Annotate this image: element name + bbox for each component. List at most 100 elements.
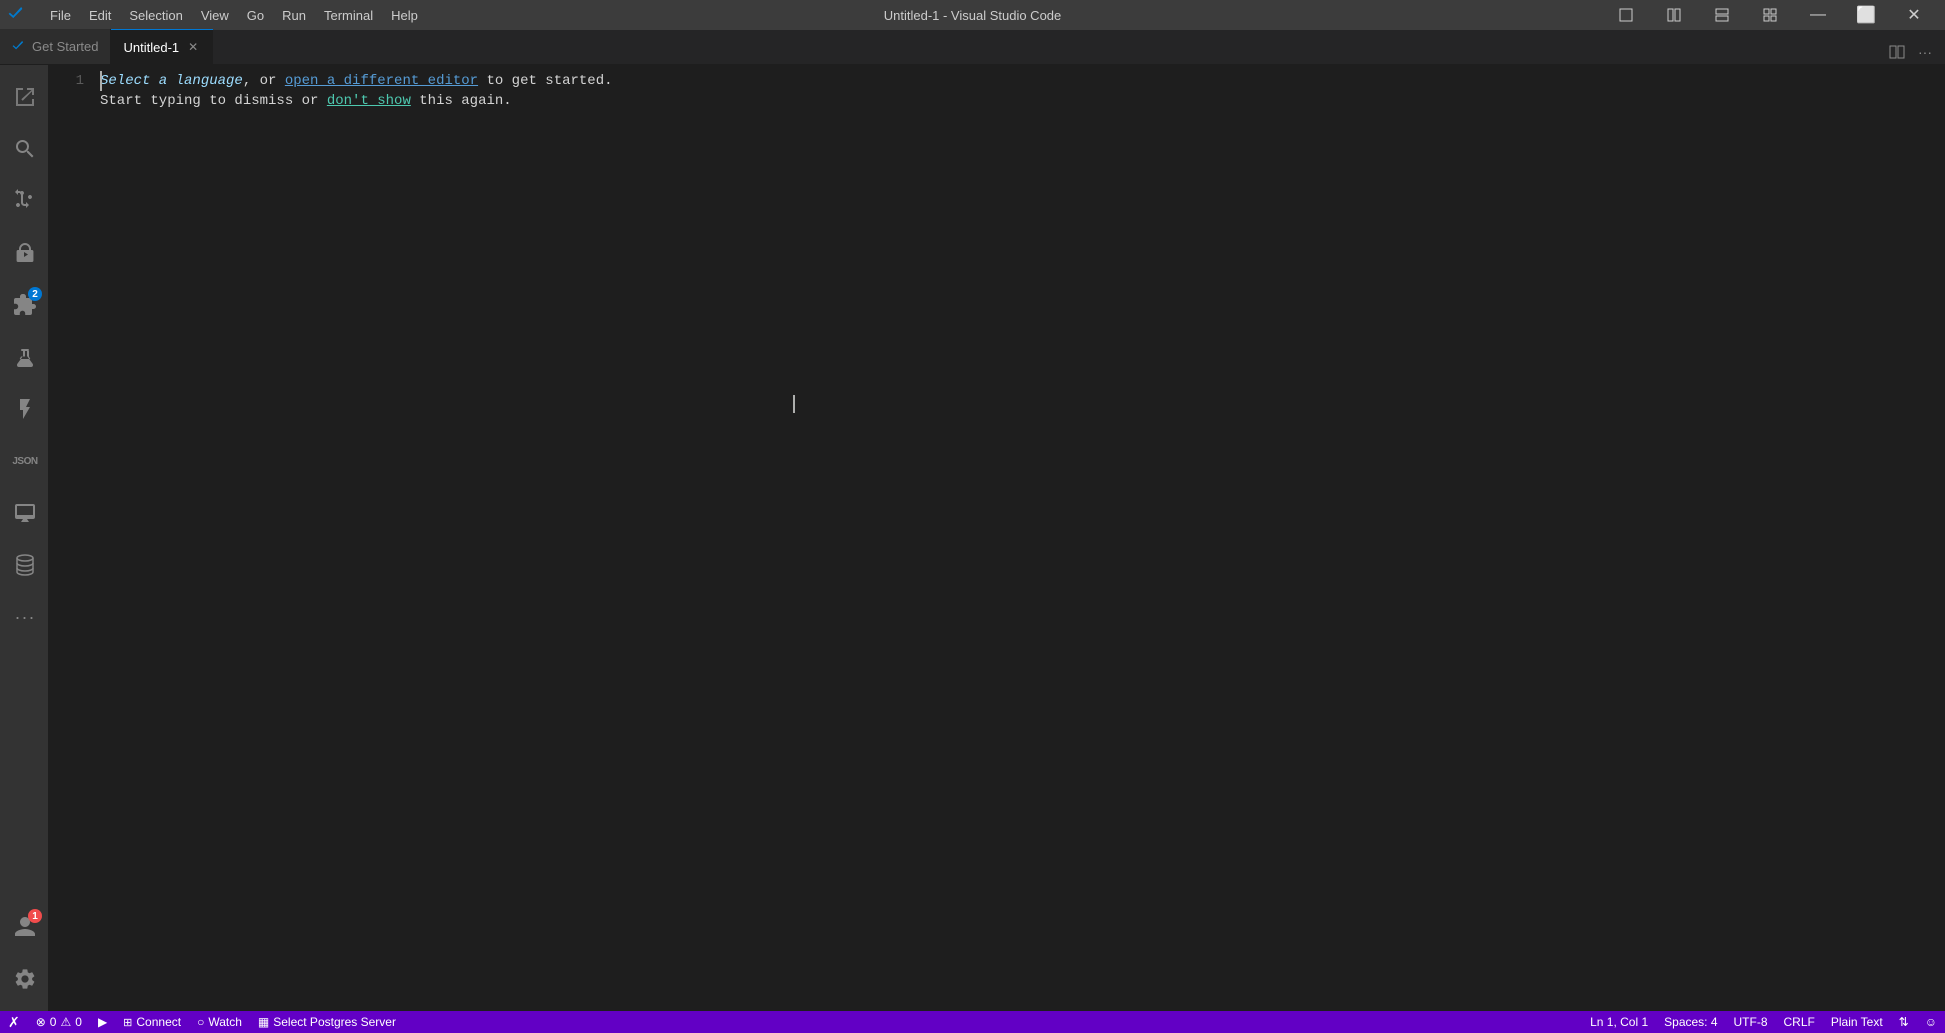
status-errors[interactable]: ⊗ 0 ⚠ 0	[28, 1011, 90, 1033]
layout-split2-icon[interactable]	[1699, 0, 1745, 30]
status-indent[interactable]: ⇅	[1891, 1011, 1917, 1033]
extensions-badge: 2	[28, 287, 42, 301]
status-language[interactable]: Plain Text	[1823, 1011, 1891, 1033]
layout-split-icon[interactable]	[1651, 0, 1697, 30]
error-count: 0	[50, 1015, 57, 1029]
tab-bar: Get Started Untitled-1 ✕ ···	[0, 30, 1945, 65]
editor-content: 1 Select a language, or open a different…	[48, 65, 1945, 1011]
editor-area[interactable]: 1 Select a language, or open a different…	[48, 65, 1945, 1011]
status-bar-left: ✗ ⊗ 0 ⚠ 0 ▶ ⊞ Connect ○ Watch ▦ Select P…	[0, 1011, 404, 1033]
editor-line-2: Start typing to dismiss or don't show th…	[100, 91, 1945, 111]
main-layout: 2 JSON	[0, 65, 1945, 1011]
bell-icon: ☺	[1925, 1015, 1937, 1029]
status-notifications[interactable]: ☺	[1917, 1011, 1945, 1033]
activity-bar-bottom: 1	[0, 903, 48, 1003]
menu-run[interactable]: Run	[274, 6, 314, 25]
vscode-logo-icon	[8, 6, 26, 24]
activity-bar-database[interactable]	[0, 541, 48, 589]
menu-file[interactable]: File	[42, 6, 79, 25]
close-button[interactable]: ✕	[1891, 0, 1937, 30]
spaces-label: Spaces: 4	[1664, 1015, 1717, 1029]
dont-show-link[interactable]: don't show	[327, 93, 411, 109]
status-cursor-position[interactable]: Ln 1, Col 1	[1582, 1011, 1656, 1033]
activity-bar-source-control[interactable]	[0, 177, 48, 225]
select-language-link[interactable]: Select a language	[100, 73, 243, 89]
connect-label: Connect	[136, 1015, 181, 1029]
activity-bar-more[interactable]: ···	[0, 593, 48, 641]
editor-text-area[interactable]: Select a language, or open a different e…	[96, 65, 1945, 1011]
window-title: Untitled-1 - Visual Studio Code	[884, 8, 1062, 23]
cursor-position-label: Ln 1, Col 1	[1590, 1015, 1648, 1029]
activity-bar: 2 JSON	[0, 65, 48, 1011]
text-cursor	[793, 395, 795, 413]
split-editor-button[interactable]	[1885, 40, 1909, 64]
status-connect[interactable]: ⊞ Connect	[115, 1011, 189, 1033]
watch-circle-icon: ○	[197, 1015, 204, 1029]
menu-help[interactable]: Help	[383, 6, 426, 25]
menu-edit[interactable]: Edit	[81, 6, 119, 25]
minimize-button[interactable]: —	[1795, 0, 1841, 30]
layout-single-icon[interactable]	[1603, 0, 1649, 30]
menu-view[interactable]: View	[193, 6, 237, 25]
start-typing-text: Start typing to dismiss or	[100, 93, 327, 109]
activity-bar-monitor[interactable]	[0, 489, 48, 537]
open-editor-link[interactable]: open a different editor	[285, 73, 478, 89]
activity-bar-testing[interactable]	[0, 333, 48, 381]
postgres-label: Select Postgres Server	[273, 1015, 396, 1029]
activity-bar-explorer[interactable]	[0, 73, 48, 121]
line-number-1: 1	[48, 71, 84, 91]
status-eol[interactable]: CRLF	[1776, 1011, 1823, 1033]
language-label: Plain Text	[1831, 1015, 1883, 1029]
tab-active-label: Untitled-1	[123, 40, 179, 55]
get-started-text: to get started.	[478, 73, 612, 89]
menu-selection[interactable]: Selection	[121, 6, 190, 25]
editor-line-1: Select a language, or open a different e…	[100, 71, 1945, 91]
connect-icon: ⊞	[123, 1016, 132, 1029]
activity-bar-json[interactable]: JSON	[0, 437, 48, 485]
tab-bar-actions: ···	[1885, 40, 1945, 64]
postgres-icon: ▦	[258, 1015, 269, 1029]
tab-untitled-1[interactable]: Untitled-1 ✕	[111, 29, 213, 64]
status-bar-right: Ln 1, Col 1 Spaces: 4 UTF-8 CRLF Plain T…	[1582, 1011, 1945, 1033]
activity-bar-top: 2 JSON	[0, 73, 48, 903]
activity-bar-extensions[interactable]: 2	[0, 281, 48, 329]
menu-bar: File Edit Selection View Go Run Terminal…	[42, 6, 426, 25]
comma-or-text: , or	[243, 73, 285, 89]
layout-grid-icon[interactable]	[1747, 0, 1793, 30]
status-vscode-icon[interactable]: ✗	[0, 1011, 28, 1033]
status-bar: ✗ ⊗ 0 ⚠ 0 ▶ ⊞ Connect ○ Watch ▦ Select P…	[0, 1011, 1945, 1033]
status-postgres[interactable]: ▦ Select Postgres Server	[250, 1011, 404, 1033]
tab-get-started[interactable]: Get Started	[0, 29, 111, 64]
encoding-label: UTF-8	[1734, 1015, 1768, 1029]
eol-label: CRLF	[1784, 1015, 1815, 1029]
run-icon: ▶	[98, 1015, 107, 1029]
status-spaces[interactable]: Spaces: 4	[1656, 1011, 1725, 1033]
json-label: JSON	[12, 456, 37, 467]
window-controls: — ⬜ ✕	[1603, 0, 1937, 30]
warning-count-icon: ⚠	[60, 1015, 71, 1029]
activity-bar-debug[interactable]	[0, 229, 48, 277]
error-count-icon: ⊗	[36, 1015, 46, 1029]
activity-bar-lightning[interactable]	[0, 385, 48, 433]
activity-bar-search[interactable]	[0, 125, 48, 173]
menu-terminal[interactable]: Terminal	[316, 6, 381, 25]
maximize-button[interactable]: ⬜	[1843, 0, 1889, 30]
status-encoding[interactable]: UTF-8	[1726, 1011, 1776, 1033]
activity-bar-account[interactable]: 1	[0, 903, 48, 951]
title-bar: File Edit Selection View Go Run Terminal…	[0, 0, 1945, 30]
activity-bar-settings[interactable]	[0, 955, 48, 1003]
status-watch[interactable]: ○ Watch	[189, 1011, 250, 1033]
watch-label: Watch	[208, 1015, 242, 1029]
tab-get-started-label: Get Started	[32, 39, 98, 54]
status-run[interactable]: ▶	[90, 1011, 115, 1033]
again-text: this again.	[411, 93, 512, 109]
more-actions-button[interactable]: ···	[1913, 40, 1937, 64]
more-dots-label: ···	[15, 607, 36, 628]
vscode-tab-icon	[12, 40, 26, 54]
menu-go[interactable]: Go	[239, 6, 272, 25]
tab-close-button[interactable]: ✕	[185, 39, 201, 55]
warning-count: 0	[75, 1015, 82, 1029]
title-bar-left: File Edit Selection View Go Run Terminal…	[8, 6, 426, 25]
vscode-x-icon: ✗	[8, 1014, 20, 1031]
account-badge: 1	[28, 909, 42, 923]
